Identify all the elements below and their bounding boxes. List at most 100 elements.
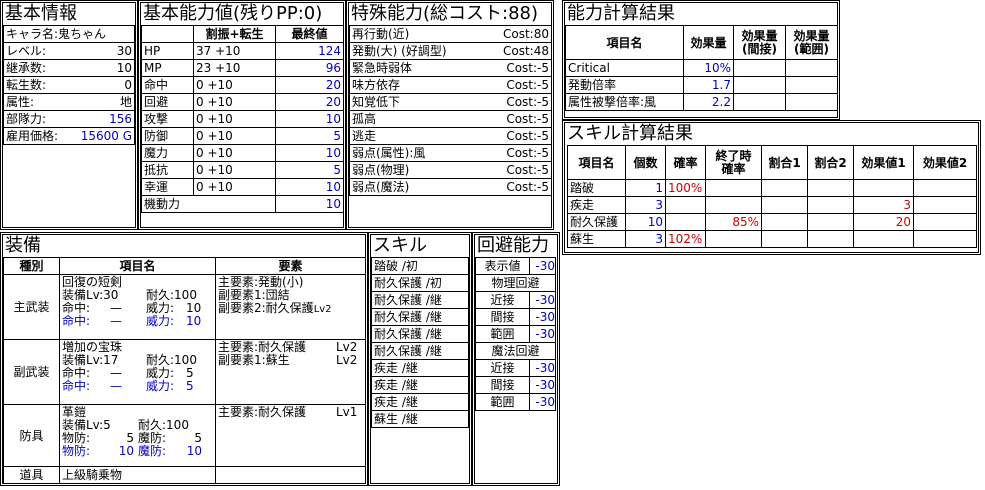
ability-calc-name: 属性被撃倍率:風 bbox=[565, 93, 684, 111]
stat-alloc: 0 +10 bbox=[193, 178, 276, 196]
special-cost: Cost:-5 bbox=[489, 93, 552, 111]
stat-alloc: 0 +10 bbox=[193, 144, 276, 162]
stats-panel: 基本能力値(残りPP:0) 割振+転生 最終値 HP 37 +10 124 MP 23 … bbox=[138, 0, 346, 230]
sub-weapon-detail: 増加の宝珠 装備Lv:17 耐久:100 命中: — 威力: 5 命中: — 威力: 5 bbox=[59, 339, 216, 405]
main-weapon-elements: 主要素:発動(小) 副要素1:団結 副要素2:耐久保護Lv2 bbox=[215, 274, 366, 340]
special-cost: Cost:-5 bbox=[489, 144, 552, 162]
ability-calc-v3 bbox=[785, 59, 838, 77]
sub-weapon-eff-power-value: 5 bbox=[186, 379, 194, 393]
evasion-row: 間接 -30 bbox=[475, 308, 556, 326]
stat-name: 抵抗 bbox=[141, 161, 194, 179]
sub-weapon-power-value: 5 bbox=[186, 366, 194, 380]
ability-calc-header-name: 項目名 bbox=[565, 25, 684, 60]
special-name: 知覚低下 bbox=[349, 93, 490, 111]
ability-calc-v3 bbox=[785, 93, 838, 111]
skill-item-label: 耐久保護 /継 bbox=[371, 325, 469, 343]
sub-weapon-type: 副武装 bbox=[3, 339, 60, 405]
sub-weapon-element-2-line: 副要素1:蘇生 Lv2 bbox=[218, 354, 363, 367]
skill-calc-title: スキル計算結果 bbox=[567, 123, 693, 144]
skill-calc-table: 項目名 個数 確率 終了時 確率 割合1 割合2 効果値1 効果値2 踏破 1 10… bbox=[567, 145, 977, 248]
skill-item: 耐久保護 /継 bbox=[371, 342, 469, 360]
skill-item: 耐久保護 /初 bbox=[371, 274, 469, 292]
chara-element-label: 属性: bbox=[3, 93, 69, 111]
main-weapon-row: 主武装 回復の短剣 装備Lv:30 耐久:100 命中: — 威力: 10 命中: — 威力… bbox=[3, 274, 366, 340]
stat-row: HP 37 +10 124 bbox=[141, 42, 344, 60]
stat-row: MP 23 +10 96 bbox=[141, 59, 344, 77]
stats-title: 基本能力値(残りPP:0) bbox=[143, 3, 323, 24]
skill-item-label: 耐久保護 /継 bbox=[371, 342, 469, 360]
armor-durability: 耐久:100 bbox=[138, 418, 189, 432]
sub-weapon-eff-hit-value: — bbox=[110, 379, 122, 393]
sub-weapon-eff-power-label: 威力: bbox=[146, 379, 175, 393]
ability-calc-v1: 10% bbox=[683, 59, 734, 77]
special-name: 味方依存 bbox=[349, 76, 490, 94]
special-row: 味方依存 Cost:-5 bbox=[349, 76, 552, 94]
skill-calc-name: 疾走 bbox=[567, 196, 626, 214]
stat-final: 20 bbox=[275, 93, 344, 111]
evasion-mag-label: 間接 bbox=[475, 376, 530, 394]
ability-calc-row: 発動倍率 1.7 bbox=[565, 76, 838, 94]
main-weapon-type: 主武装 bbox=[3, 274, 60, 340]
stat-name: 機動力 bbox=[141, 195, 194, 213]
special-cost: Cost:-5 bbox=[489, 76, 552, 94]
skill-item-label: 踏破 /初 bbox=[371, 257, 469, 275]
armor-eff-mag-value: 10 bbox=[186, 444, 202, 458]
armor-element-1-line: 主要素:耐久保護 Lv1 bbox=[218, 406, 363, 419]
skill-item-label: 疾走 /継 bbox=[371, 376, 469, 394]
stat-row: 防御 0 +10 5 bbox=[141, 127, 344, 145]
sub-weapon-row: 副武装 増加の宝珠 装備Lv:17 耐久:100 命中: — 威力: 5 命中: — 威力:… bbox=[3, 339, 366, 405]
skill-calc-header: 効果値1 bbox=[853, 145, 914, 180]
stat-final: 10 bbox=[275, 110, 344, 128]
equipment-panel: 装備 種別 項目名 要素 主武装 回復の短剣 装備Lv:30 耐久:100 命中:… bbox=[0, 232, 368, 486]
skill-calc-end bbox=[705, 179, 762, 197]
skill-item: 耐久保護 /継 bbox=[371, 325, 469, 343]
skill-calc-header: 割合1 bbox=[761, 145, 808, 180]
skill-calc-count: 10 bbox=[625, 213, 666, 231]
evasion-display-value: -30 bbox=[529, 257, 556, 275]
special-title: 特殊能力(総コスト:88) bbox=[351, 3, 539, 24]
tool-elements bbox=[215, 466, 366, 484]
special-name: 逃走 bbox=[349, 127, 490, 145]
evasion-phys-value: -30 bbox=[529, 325, 556, 343]
special-name: 弱点(属性):風 bbox=[349, 144, 490, 162]
ability-calc-panel: 能力計算結果 項目名 効果量 効果量 (間接) 効果量 (範囲) Critica… bbox=[562, 0, 840, 120]
sub-weapon-elements: 主要素:耐久保護 Lv2 副要素1:蘇生 Lv2 bbox=[215, 339, 366, 405]
stat-name: HP bbox=[141, 42, 194, 60]
skill-item-label: 耐久保護 /継 bbox=[371, 308, 469, 326]
skill-item-label: 疾走 /継 bbox=[371, 359, 469, 377]
skill-calc-e1: 3 bbox=[853, 196, 914, 214]
stat-alloc bbox=[193, 195, 276, 213]
stat-name: 命中 bbox=[141, 76, 194, 94]
skill-calc-r2 bbox=[807, 213, 854, 231]
skill-calc-header: 効果値2 bbox=[913, 145, 977, 180]
sub-weapon-eff-hit-label: 命中: bbox=[62, 379, 91, 393]
skills-panel: スキル 踏破 /初 耐久保護 /初 耐久保護 /継 耐久保護 /継 耐久保護 /… bbox=[368, 232, 472, 486]
skill-calc-header-row: 項目名 個数 確率 終了時 確率 割合1 割合2 効果値1 効果値2 bbox=[567, 145, 977, 180]
special-cost: Cost:-5 bbox=[489, 178, 552, 196]
stats-header-final: 最終値 bbox=[275, 25, 344, 43]
skill-calc-name: 踏破 bbox=[567, 179, 626, 197]
skill-calc-row: 踏破 1 100% bbox=[567, 179, 977, 197]
skill-calc-end: 85% bbox=[705, 213, 762, 231]
equipment-header-elements: 要素 bbox=[215, 257, 366, 275]
evasion-row: 間接 -30 bbox=[475, 376, 556, 394]
evasion-table: 表示値 -30 物理回避 近接 -30 間接 -30 範囲 -30 魔法回避 近接 -30… bbox=[475, 257, 556, 411]
skill-item: 蘇生 /継 bbox=[371, 410, 469, 428]
skill-calc-r1 bbox=[761, 179, 808, 197]
skill-item: 踏破 /初 bbox=[371, 257, 469, 275]
special-cost: Cost:48 bbox=[489, 42, 552, 60]
stat-alloc: 23 +10 bbox=[193, 59, 276, 77]
skill-item: 疾走 /継 bbox=[371, 359, 469, 377]
evasion-phys-label: 間接 bbox=[475, 308, 530, 326]
main-weapon-element-3-line: 副要素2:耐久保護Lv2 bbox=[218, 302, 363, 316]
stat-alloc: 37 +10 bbox=[193, 42, 276, 60]
armor-eff-phys-label: 物防: bbox=[62, 444, 91, 458]
stat-alloc: 0 +10 bbox=[193, 110, 276, 128]
special-name: 弱点(魔法) bbox=[349, 178, 490, 196]
skill-item: 耐久保護 /継 bbox=[371, 308, 469, 326]
evasion-phys-value: -30 bbox=[529, 291, 556, 309]
special-row: 孤高 Cost:-5 bbox=[349, 110, 552, 128]
stat-final: 5 bbox=[275, 127, 344, 145]
special-name: 孤高 bbox=[349, 110, 490, 128]
armor-eff-phys-value: 10 bbox=[118, 444, 134, 458]
